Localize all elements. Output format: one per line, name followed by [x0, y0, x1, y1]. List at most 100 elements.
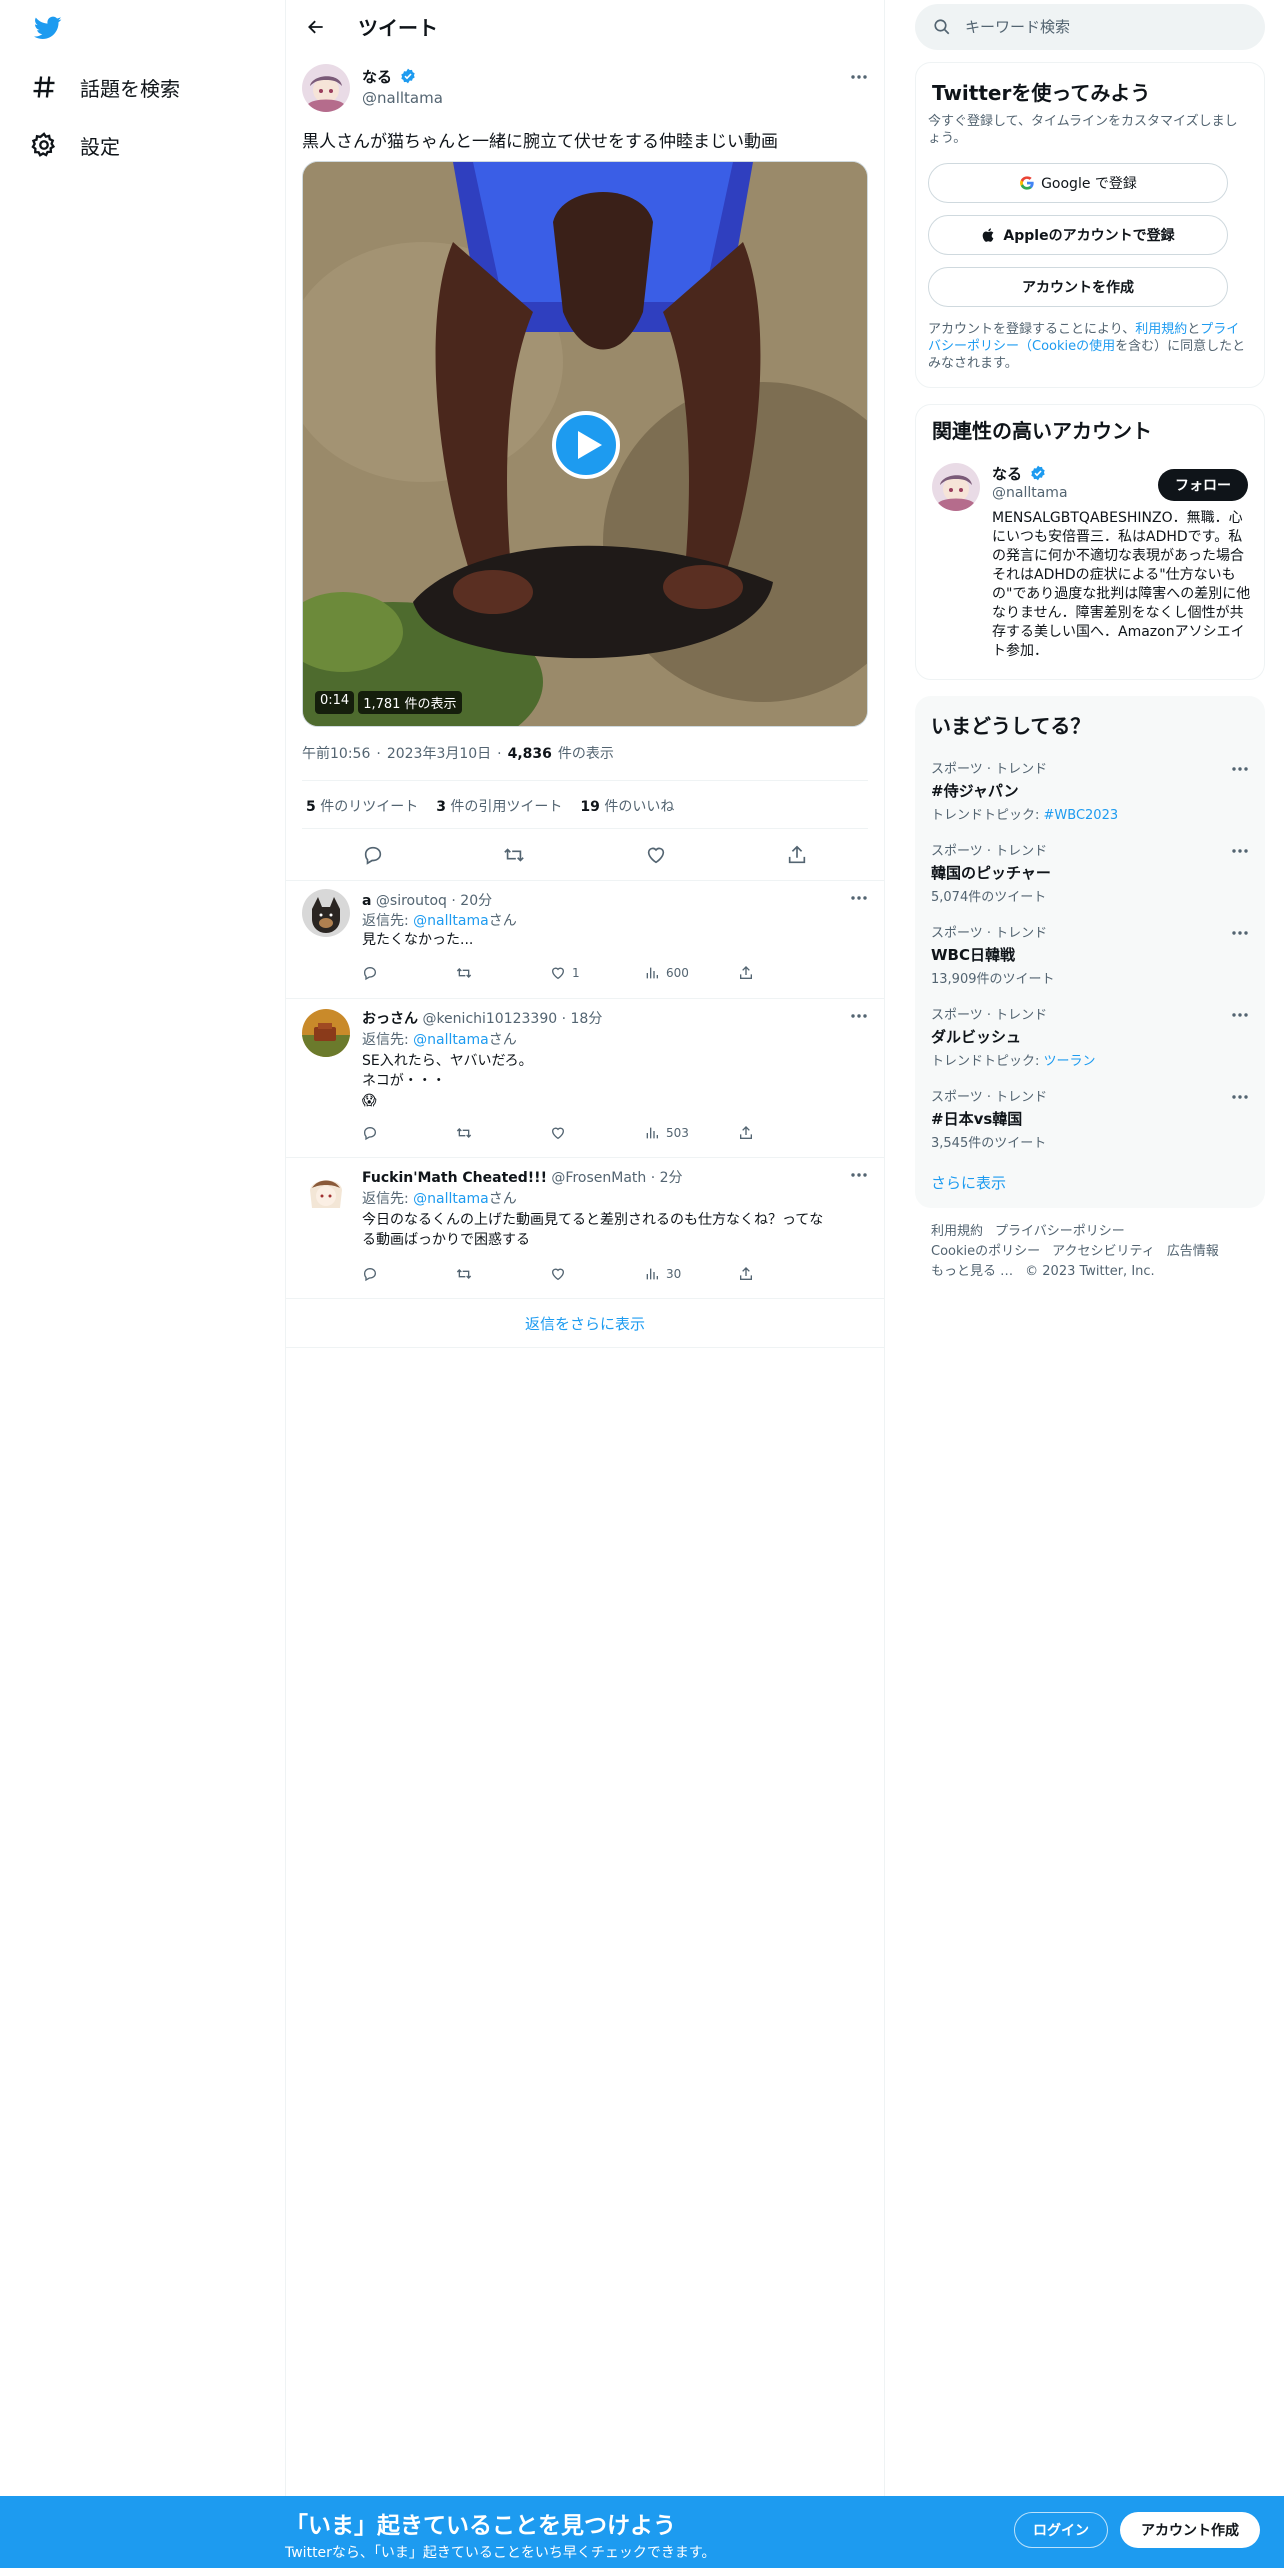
reply-item[interactable]: Fuckin'Math Cheated!!! @FrosenMath · 2分 … [286, 1158, 884, 1298]
reply-to-link[interactable]: @nalltama [413, 1032, 489, 1048]
reply-header: a @siroutoq · 20分 [362, 893, 493, 909]
views-action[interactable]: 503 [644, 1125, 738, 1141]
retweet-icon[interactable] [499, 840, 529, 870]
retweet-action[interactable] [456, 1125, 550, 1141]
trend-item[interactable]: スポーツ · トレンド ダルビッシュ トレンドトピック: ツーラン [931, 1004, 1251, 1069]
follow-button[interactable]: フォロー [1158, 469, 1248, 501]
tweet-date[interactable]: 2023年3月10日 [387, 743, 491, 763]
reply-text-line: る動画ばっかりで困惑する [362, 1232, 530, 1248]
views-action[interactable]: 30 [644, 1266, 738, 1282]
google-signup-button[interactable]: Google で登録 [928, 163, 1228, 203]
reply-text: SE入れたら、ヤバいだろ。 ネコが・・・ 😱 [362, 1051, 862, 1111]
more-options-icon[interactable] [1229, 840, 1251, 862]
reply-time[interactable]: 20分 [460, 893, 492, 909]
reply-author-name[interactable]: Fuckin'Math Cheated!!! [362, 1170, 547, 1186]
tweet-time[interactable]: 午前10:56 [302, 743, 370, 763]
like-action[interactable]: 1 [550, 965, 644, 981]
footer-link[interactable]: 広告情報 [1167, 1244, 1219, 1259]
twitter-logo-icon[interactable] [32, 14, 64, 42]
reply-handle[interactable]: @FrosenMath [551, 1170, 646, 1186]
reply-time[interactable]: 2分 [660, 1170, 683, 1186]
quotes-stat[interactable]: 3 件の引用ツイート [436, 796, 562, 816]
more-options-icon[interactable] [1229, 1004, 1251, 1026]
trend-topic-link[interactable]: #WBC2023 [1044, 808, 1119, 823]
share-action[interactable] [738, 1266, 832, 1282]
tweet-handle[interactable]: @nalltama [362, 89, 443, 107]
tweet-author[interactable]: なる [362, 66, 416, 87]
retweet-icon [456, 968, 472, 978]
reply-action[interactable] [362, 965, 456, 981]
apple-signup-button[interactable]: Appleのアカウントで登録 [928, 215, 1228, 255]
reply-time[interactable]: 18分 [571, 1011, 603, 1027]
footer-link[interactable]: もっと見る … [931, 1264, 1013, 1279]
more-options-icon[interactable] [848, 1164, 870, 1186]
reply-icon[interactable] [358, 840, 388, 870]
signup-button[interactable]: アカウント作成 [1120, 2512, 1260, 2548]
footer-link[interactable]: 利用規約 [931, 1224, 983, 1239]
trend-category: スポーツ · トレンド [931, 844, 1048, 859]
footer-link[interactable]: Cookieのポリシー [931, 1244, 1040, 1259]
related-account-name[interactable]: なる [992, 463, 1046, 484]
replying-to: 返信先: @nalltamaさん [362, 1029, 517, 1049]
reply-avatar[interactable] [302, 1170, 350, 1218]
trends-show-more[interactable]: さらに表示 [931, 1172, 1006, 1193]
search-input[interactable] [965, 18, 1245, 36]
trend-item[interactable]: スポーツ · トレンド #日本vs韓国 3,545件のツイート [931, 1086, 1251, 1151]
page-title: ツイート [358, 16, 438, 40]
trend-item[interactable]: スポーツ · トレンド 韓国のピッチャー 5,074件のツイート [931, 840, 1251, 905]
nav-explore[interactable]: 話題を検索 [30, 67, 180, 107]
nav-settings[interactable]: 設定 [30, 125, 120, 165]
related-handle[interactable]: @nalltama [992, 485, 1068, 501]
tweet-video[interactable]: 0:14 1,781 件の表示 [302, 161, 868, 727]
reply-action[interactable] [362, 1125, 456, 1141]
apple-signup-label: Appleのアカウントで登録 [1003, 228, 1175, 244]
reply-item[interactable]: a @siroutoq · 20分 返信先: @nalltamaさん 見たくなか… [286, 881, 884, 998]
footer-link[interactable]: プライバシーポリシー [995, 1224, 1125, 1239]
reply-avatar[interactable] [302, 1009, 350, 1057]
login-button[interactable]: ログイン [1014, 2512, 1108, 2548]
footer-link[interactable]: アクセシビリティ [1052, 1244, 1155, 1259]
more-options-icon[interactable] [848, 66, 870, 88]
share-action[interactable] [738, 1125, 832, 1141]
play-button[interactable] [552, 411, 620, 479]
author-avatar[interactable] [302, 64, 350, 112]
share-icon[interactable] [782, 840, 812, 870]
tweet-view-label: 件の表示 [557, 746, 614, 762]
like-action[interactable] [550, 1125, 644, 1141]
like-icon [551, 967, 565, 980]
create-account-button[interactable]: アカウントを作成 [928, 267, 1228, 307]
like-action[interactable] [550, 1266, 644, 1282]
trend-item[interactable]: スポーツ · トレンド WBC日韓戦 13,909件のツイート [931, 922, 1251, 987]
reply-avatar[interactable] [302, 889, 350, 937]
reply-to-link[interactable]: @nalltama [413, 1191, 489, 1207]
more-options-icon[interactable] [1229, 758, 1251, 780]
reply-handle[interactable]: @kenichi10123390 [422, 1011, 557, 1027]
related-avatar[interactable] [932, 463, 980, 511]
terms-link[interactable]: 利用規約 [1135, 322, 1187, 337]
retweet-action[interactable] [456, 965, 550, 981]
trend-topic-link[interactable]: ツーラン [1044, 1054, 1096, 1069]
more-options-icon[interactable] [848, 1005, 870, 1027]
search-icon [933, 18, 951, 36]
trend-category: スポーツ · トレンド [931, 1008, 1048, 1023]
trend-item[interactable]: スポーツ · トレンド #侍ジャパン トレンドトピック: #WBC2023 [931, 758, 1251, 823]
reply-item[interactable]: おっさん @kenichi10123390 · 18分 返信先: @nallta… [286, 999, 884, 1157]
likes-stat[interactable]: 19 件のいいね [580, 796, 674, 816]
create-account-label: アカウントを作成 [1022, 280, 1134, 296]
reply-handle[interactable]: @siroutoq [376, 893, 447, 909]
more-options-icon[interactable] [848, 887, 870, 909]
share-action[interactable] [738, 965, 832, 981]
search-bar[interactable] [915, 4, 1265, 50]
show-more-replies[interactable]: 返信をさらに表示 [286, 1313, 884, 1334]
retweet-action[interactable] [456, 1266, 550, 1282]
reply-to-link[interactable]: @nalltama [413, 913, 489, 929]
reply-author-name[interactable]: a [362, 893, 371, 909]
more-options-icon[interactable] [1229, 1086, 1251, 1108]
reply-action[interactable] [362, 1266, 456, 1282]
back-arrow-icon[interactable] [298, 9, 334, 45]
more-options-icon[interactable] [1229, 922, 1251, 944]
reply-author-name[interactable]: おっさん [362, 1011, 418, 1027]
retweets-stat[interactable]: 5 件のリツイート [306, 796, 418, 816]
like-icon[interactable] [641, 840, 671, 870]
views-action[interactable]: 600 [644, 965, 738, 981]
